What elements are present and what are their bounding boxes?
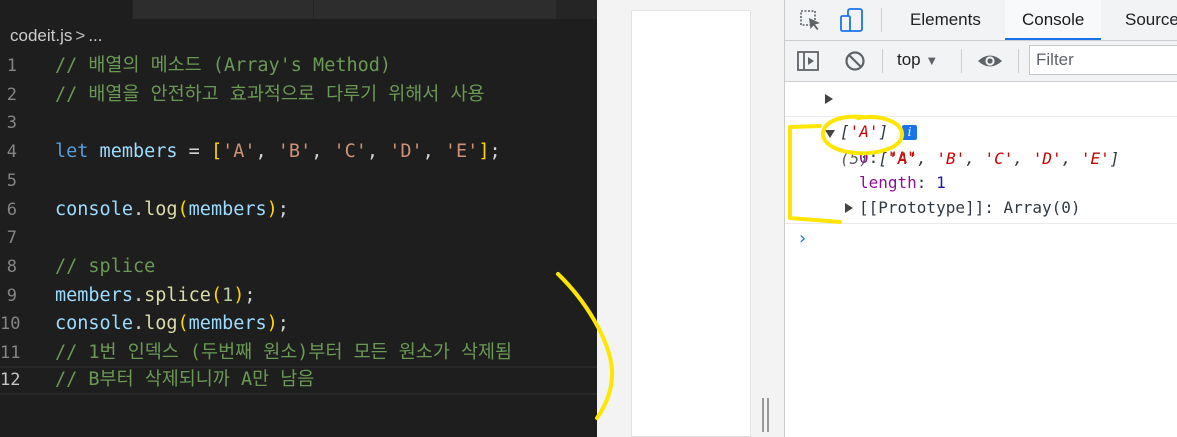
- sidebar-toggle-icon[interactable]: [796, 49, 820, 73]
- collapse-triangle-icon[interactable]: [825, 130, 835, 138]
- breadcrumb-file[interactable]: codeit.js: [10, 26, 72, 45]
- inspect-element-icon[interactable]: [799, 9, 823, 33]
- code-line[interactable]: 8 // splice: [0, 253, 597, 282]
- tab-console[interactable]: Console: [1005, 0, 1102, 40]
- clear-console-icon[interactable]: [843, 49, 867, 73]
- code-text: console.log(members);: [55, 313, 289, 335]
- code-line[interactable]: 7: [0, 224, 597, 253]
- console-message[interactable]: (5) ['A', 'B', 'C', 'D', 'E']: [785, 84, 1177, 168]
- browser-viewport: [597, 0, 785, 437]
- array-preview: ['A']: [840, 122, 889, 141]
- line-number: 12: [0, 370, 21, 390]
- line-number: 10: [0, 314, 21, 335]
- toolbar-separator: [882, 49, 883, 73]
- expand-triangle-icon[interactable]: [825, 94, 833, 104]
- editor-tab[interactable]: [314, 0, 557, 19]
- page-canvas[interactable]: [631, 10, 751, 437]
- code-text: console.log(members);: [55, 198, 289, 220]
- chevron-right-icon: >: [75, 26, 86, 45]
- code-line-current[interactable]: 12 // B부터 삭제되니까 A만 남음: [0, 366, 597, 395]
- line-number: 9: [6, 285, 17, 306]
- code-text: // splice: [55, 255, 156, 277]
- devtools-tab-bar: Elements Console Sources: [785, 0, 1177, 41]
- line-number: 11: [0, 343, 21, 363]
- code-text: // 배열의 메소드 (Array's Method): [55, 55, 392, 76]
- line-number: 2: [6, 84, 17, 105]
- line-number: 8: [6, 256, 17, 277]
- code-line[interactable]: 6 console.log(members);: [0, 196, 597, 225]
- expand-triangle-icon[interactable]: [845, 203, 853, 213]
- console-toolbar: top ▼ Filter: [785, 41, 1177, 82]
- code-line[interactable]: 10 console.log(members);: [0, 310, 597, 339]
- editor-tab-active[interactable]: [0, 0, 133, 19]
- console-message-expanded[interactable]: ['A'] i 0: "A" length: 1 [[Prototype]]: …: [785, 117, 1177, 224]
- filter-input[interactable]: Filter: [1029, 45, 1177, 75]
- line-number: 3: [6, 113, 17, 134]
- code-line[interactable]: 2 // 배열을 안전하고 효과적으로 다루기 위해서 사용: [0, 81, 597, 110]
- toolbar-separator: [881, 8, 882, 32]
- code-text: // 배열을 안전하고 효과적으로 다루기 위해서 사용: [55, 83, 485, 105]
- code-line[interactable]: 4 let members = ['A', 'B', 'C', 'D', 'E'…: [0, 138, 597, 167]
- devtools-panel: Elements Console Sources top ▼ Filter (5…: [785, 0, 1177, 437]
- code-line[interactable]: 5: [0, 167, 597, 196]
- line-number: 7: [6, 228, 17, 249]
- info-icon[interactable]: i: [902, 125, 917, 140]
- code-line[interactable]: 11 // 1번 인덱스 (두번째 원소)부터 모든 원소가 삭제됨: [0, 339, 597, 368]
- editor-tab[interactable]: [133, 0, 314, 19]
- code-line[interactable]: 3: [0, 109, 597, 138]
- code-line[interactable]: 1 // 배열의 메소드 (Array's Method): [0, 52, 597, 81]
- line-number: 1: [6, 56, 17, 76]
- prototype-property[interactable]: [[Prototype]]: Array(0): [859, 197, 1081, 219]
- code-text: // 1번 인덱스 (두번째 원소)부터 모든 원소가 삭제됨: [55, 342, 513, 363]
- editor-tab-bar: [0, 0, 597, 19]
- device-toolbar-icon[interactable]: [839, 7, 865, 33]
- resize-handle-icon[interactable]: [762, 398, 770, 432]
- array-property: length: 1: [859, 173, 946, 192]
- tab-sources[interactable]: Sources: [1112, 0, 1177, 40]
- console-prompt-icon[interactable]: ›: [799, 228, 806, 249]
- breadcrumb: codeit.js >...: [10, 24, 102, 48]
- live-expression-eye-icon[interactable]: [977, 50, 1003, 72]
- code-line[interactable]: 9 members.splice(1);: [0, 282, 597, 311]
- toolbar-separator: [1018, 49, 1019, 73]
- code-text: // B부터 삭제되니까 A만 남음: [55, 369, 315, 390]
- line-number: 6: [6, 199, 17, 220]
- code-text: members.splice(1);: [55, 284, 256, 306]
- array-property: 0: "A": [859, 148, 917, 167]
- context-selector[interactable]: top ▼: [897, 50, 938, 70]
- dropdown-arrow-icon: ▼: [925, 53, 939, 68]
- breadcrumb-symbol[interactable]: ...: [88, 26, 102, 45]
- line-number: 5: [6, 170, 17, 191]
- code-text: let members = ['A', 'B', 'C', 'D', 'E'];: [55, 141, 501, 163]
- code-editor[interactable]: codeit.js >... 1 // 배열의 메소드 (Array's Meth…: [0, 0, 597, 437]
- toolbar-separator: [961, 49, 962, 73]
- tab-elements[interactable]: Elements: [895, 0, 996, 40]
- line-number: 4: [6, 142, 17, 163]
